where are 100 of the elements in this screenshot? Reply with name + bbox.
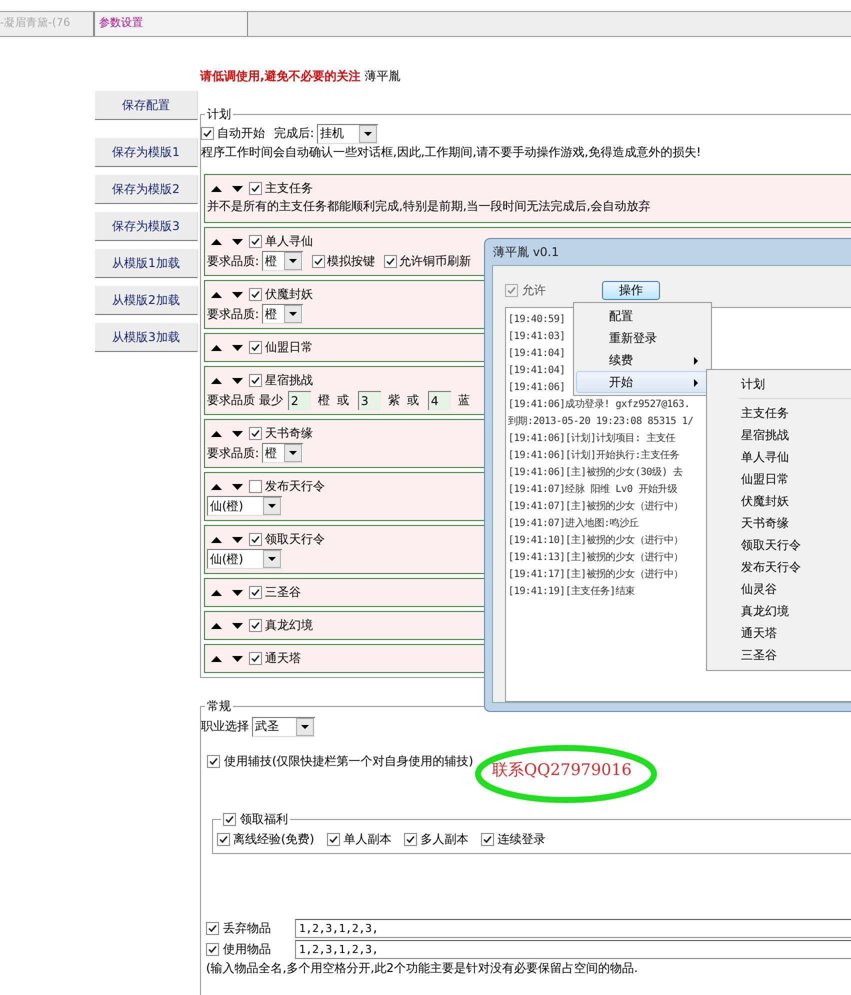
- menu-item[interactable]: 真龙幻境: [709, 600, 851, 622]
- dropdown[interactable]: 橙: [262, 304, 304, 324]
- down-arrow-icon[interactable]: [232, 656, 243, 662]
- dropdown[interactable]: 武圣: [252, 716, 315, 736]
- up-arrow-icon[interactable]: [211, 622, 222, 628]
- up-arrow-icon[interactable]: [211, 590, 222, 596]
- up-arrow-icon[interactable]: [211, 238, 222, 244]
- annotation-text: 联系QQ27979016: [492, 760, 632, 781]
- checkbox[interactable]: [249, 235, 262, 248]
- menu-item[interactable]: 三圣谷: [709, 644, 851, 666]
- menu-item[interactable]: 天书奇缘: [709, 512, 851, 534]
- up-arrow-icon[interactable]: [211, 536, 222, 542]
- checkbox[interactable]: [217, 833, 230, 846]
- dropdown-arrow-icon[interactable]: [364, 132, 372, 136]
- down-arrow-icon[interactable]: [232, 536, 243, 542]
- checkbox[interactable]: [249, 619, 262, 632]
- group-title: 领取福利: [240, 812, 288, 826]
- down-arrow-icon[interactable]: [232, 186, 243, 192]
- menu-item[interactable]: 通天塔: [709, 622, 851, 644]
- dropdown-arrow-icon[interactable]: [289, 312, 298, 316]
- count-field[interactable]: 4: [428, 390, 451, 410]
- menu-item[interactable]: 星宿挑战: [709, 424, 851, 446]
- side-button[interactable]: 保存为模版3: [95, 212, 198, 241]
- dropdown-arrow-icon[interactable]: [268, 504, 276, 508]
- log-line: [19:41:06][计划]开始执行:主支任务: [508, 448, 680, 463]
- menu-item[interactable]: 仙灵谷: [709, 578, 851, 600]
- checkbox[interactable]: [201, 127, 214, 140]
- menu-item[interactable]: 伏魔封妖: [709, 490, 851, 512]
- down-arrow-icon[interactable]: [232, 378, 243, 384]
- dropdown[interactable]: 橙: [262, 251, 304, 271]
- log-line: [19:41:19][主支任务]结束: [508, 584, 635, 599]
- checkbox[interactable]: [249, 374, 262, 387]
- menu-item[interactable]: 发布天行令: [709, 556, 851, 578]
- menu-item[interactable]: 重新登录: [576, 327, 709, 349]
- dropdown-arrow-icon[interactable]: [289, 259, 298, 263]
- up-arrow-icon[interactable]: [211, 656, 222, 662]
- menu-item[interactable]: 仙盟日常: [709, 468, 851, 490]
- warning-text: 请低调使用,避免不必要的关注 薄平胤: [200, 68, 402, 84]
- up-arrow-icon[interactable]: [211, 186, 222, 192]
- dropdown[interactable]: 挂机: [317, 124, 378, 144]
- up-arrow-icon[interactable]: [211, 378, 222, 384]
- tab[interactable]: 参数设置: [94, 12, 248, 36]
- checkbox[interactable]: [206, 922, 219, 935]
- checkbox[interactable]: [249, 652, 262, 665]
- side-button[interactable]: 保存配置: [95, 91, 198, 120]
- down-arrow-icon[interactable]: [232, 484, 243, 490]
- up-arrow-icon[interactable]: [211, 292, 222, 298]
- checkbox[interactable]: [223, 812, 236, 826]
- checkbox[interactable]: [312, 254, 326, 268]
- side-button[interactable]: 从模版3加载: [95, 323, 198, 352]
- input-field[interactable]: 1,2,3,1,2,3,: [295, 940, 851, 959]
- down-arrow-icon[interactable]: [232, 622, 243, 628]
- side-button[interactable]: 保存为模版2: [95, 175, 198, 204]
- up-arrow-icon[interactable]: [211, 430, 222, 436]
- down-arrow-icon[interactable]: [232, 590, 243, 596]
- menu-item[interactable]: 配置: [576, 305, 709, 327]
- checkbox[interactable]: [249, 341, 262, 354]
- down-arrow-icon[interactable]: [232, 238, 243, 244]
- joiner-text: 或: [406, 392, 419, 408]
- checkbox[interactable]: [249, 533, 262, 546]
- unit-text: 蓝: [458, 392, 470, 408]
- unit-text: 紫: [388, 392, 400, 408]
- menu-item[interactable]: 领取天行令: [709, 534, 851, 556]
- window-title: 薄平胤 v0.1: [492, 244, 560, 261]
- checkbox[interactable]: [404, 833, 418, 846]
- dropdown-arrow-icon[interactable]: [289, 451, 298, 455]
- input-field[interactable]: 1,2,3,1,2,3,: [295, 919, 851, 938]
- checkbox-label: 允许: [522, 282, 546, 299]
- menu-item[interactable]: 主支任务: [709, 402, 851, 424]
- down-arrow-icon[interactable]: [232, 430, 243, 436]
- count-field[interactable]: 2: [288, 390, 311, 410]
- menu-item[interactable]: 开始: [576, 371, 709, 393]
- action-button[interactable]: 操作: [602, 281, 660, 300]
- checkbox[interactable]: [481, 833, 494, 846]
- menu-item[interactable]: 续费: [576, 349, 709, 371]
- dropdown[interactable]: 橙: [262, 443, 304, 463]
- dropdown[interactable]: 仙(橙): [207, 496, 282, 516]
- down-arrow-icon[interactable]: [232, 344, 243, 350]
- dropdown[interactable]: 仙(橙): [207, 549, 282, 569]
- checkbox-label: 丢弃物品: [223, 920, 272, 937]
- checkbox[interactable]: [384, 254, 398, 268]
- down-arrow-icon[interactable]: [232, 292, 243, 298]
- up-arrow-icon[interactable]: [211, 484, 222, 490]
- side-button[interactable]: 保存为模版1: [95, 138, 198, 167]
- checkbox[interactable]: [249, 427, 262, 440]
- side-button[interactable]: 从模版1加载: [95, 249, 198, 278]
- side-button[interactable]: 从模版2加载: [95, 286, 198, 315]
- checkbox[interactable]: [249, 182, 262, 195]
- checkbox[interactable]: [249, 288, 262, 301]
- checkbox[interactable]: [207, 755, 220, 768]
- checkbox[interactable]: [249, 480, 262, 493]
- log-line: [19:41:06]: [508, 381, 566, 395]
- count-field[interactable]: 3: [358, 390, 381, 410]
- checkbox[interactable]: [327, 833, 340, 846]
- dropdown-arrow-icon[interactable]: [268, 557, 276, 561]
- dropdown-arrow-icon[interactable]: [301, 724, 309, 728]
- menu-item[interactable]: 单人寻仙: [709, 446, 851, 468]
- checkbox[interactable]: [206, 943, 219, 956]
- up-arrow-icon[interactable]: [211, 344, 222, 350]
- checkbox[interactable]: [249, 586, 262, 599]
